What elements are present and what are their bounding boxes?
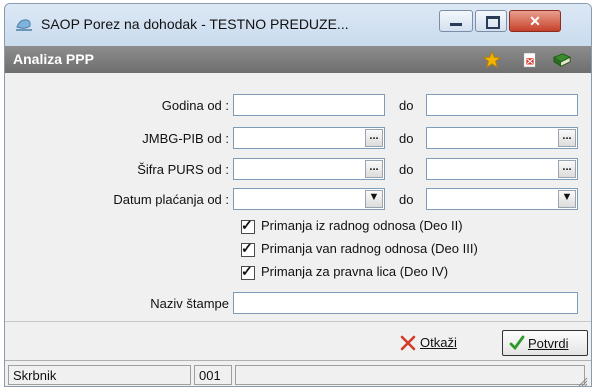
- print-name-input[interactable]: [233, 292, 578, 314]
- title-bar[interactable]: SAOP Porez na dohodak - TESTNO PREDUZE..…: [5, 4, 591, 46]
- checkmark-icon: ✓: [241, 239, 253, 256]
- cancel-button[interactable]: Otkaži: [398, 330, 496, 356]
- checkbox-row-deo-ii[interactable]: ✓ Primanja iz radnog odnosa (Deo II): [241, 216, 463, 236]
- jmbg-pib-from-input[interactable]: ...: [233, 127, 385, 149]
- export-document-icon[interactable]: [521, 51, 539, 69]
- help-book-icon[interactable]: [551, 51, 573, 69]
- maximize-button[interactable]: [475, 10, 507, 32]
- status-user: Skrbnik: [8, 365, 191, 385]
- close-button[interactable]: ✕: [509, 10, 561, 32]
- checkbox-row-deo-iii[interactable]: ✓ Primanja van radnog odnosa (Deo III): [241, 239, 478, 259]
- section-header: Analiza PPP: [5, 46, 591, 73]
- status-bar: Skrbnik 001: [5, 360, 591, 387]
- checkmark-icon: ✓: [241, 216, 253, 233]
- chevron-down-icon[interactable]: ▼: [365, 190, 383, 208]
- chevron-down-icon[interactable]: ▼: [558, 190, 576, 208]
- close-icon: ✕: [529, 13, 541, 29]
- payment-date-from-label: Datum plaćanja od :: [113, 192, 229, 207]
- page-title: Analiza PPP: [13, 51, 94, 67]
- purs-code-to-label: do: [399, 162, 414, 177]
- dialog-window: SAOP Porez na dohodak - TESTNO PREDUZE..…: [4, 3, 592, 387]
- confirm-button-label: Potvrdi: [528, 336, 569, 351]
- jmbg-pib-to-input[interactable]: ...: [426, 127, 578, 149]
- print-name-label: Naziv štampe: [150, 296, 229, 311]
- year-from-label: Godina od :: [161, 98, 229, 113]
- minimize-icon: [450, 23, 462, 26]
- confirm-button[interactable]: Potvrdi: [502, 330, 588, 356]
- year-to-label: do: [399, 98, 414, 113]
- checkbox-label-deo-iv: Primanja za pravna lica (Deo IV): [261, 264, 449, 279]
- payment-date-to-dropdown[interactable]: ▼: [426, 188, 578, 210]
- cancel-button-label: Otkaži: [420, 335, 457, 350]
- purs-code-from-input[interactable]: ...: [233, 158, 385, 180]
- checkbox-deo-iii[interactable]: ✓: [241, 239, 255, 257]
- minimize-button[interactable]: [439, 10, 473, 32]
- window-title: SAOP Porez na dohodak - TESTNO PREDUZE..…: [41, 16, 349, 32]
- checkbox-label-deo-iii: Primanja van radnog odnosa (Deo III): [261, 241, 478, 256]
- maximize-icon: [486, 16, 500, 29]
- jmbg-pib-to-lookup-button[interactable]: ...: [558, 129, 576, 147]
- purs-code-from-lookup-button[interactable]: ...: [365, 160, 383, 178]
- jmbg-pib-from-lookup-button[interactable]: ...: [365, 129, 383, 147]
- purs-code-from-label: Šifra PURS od :: [137, 162, 229, 177]
- purs-code-to-lookup-button[interactable]: ...: [558, 160, 576, 178]
- resize-grip-icon[interactable]: [576, 375, 588, 387]
- cancel-x-icon: [400, 335, 416, 351]
- status-empty: [235, 365, 585, 385]
- year-to-input[interactable]: [426, 94, 578, 116]
- favorite-star-icon[interactable]: [483, 51, 501, 69]
- checkbox-deo-iv[interactable]: ✓: [241, 262, 255, 280]
- year-from-input[interactable]: [233, 94, 385, 116]
- jmbg-pib-from-label: JMBG-PIB od :: [142, 131, 229, 146]
- payment-date-from-dropdown[interactable]: ▼: [233, 188, 385, 210]
- status-code: 001: [194, 365, 232, 385]
- purs-code-to-input[interactable]: ...: [426, 158, 578, 180]
- jmbg-pib-to-label: do: [399, 131, 414, 146]
- divider: [5, 321, 591, 322]
- checkbox-label-deo-ii: Primanja iz radnog odnosa (Deo II): [261, 218, 463, 233]
- confirm-check-icon: [509, 335, 525, 351]
- payment-date-to-label: do: [399, 192, 414, 207]
- checkbox-row-deo-iv[interactable]: ✓ Primanja za pravna lica (Deo IV): [241, 262, 449, 282]
- checkbox-deo-ii[interactable]: ✓: [241, 216, 255, 234]
- checkmark-icon: ✓: [241, 262, 253, 279]
- app-logo-icon: [16, 19, 32, 31]
